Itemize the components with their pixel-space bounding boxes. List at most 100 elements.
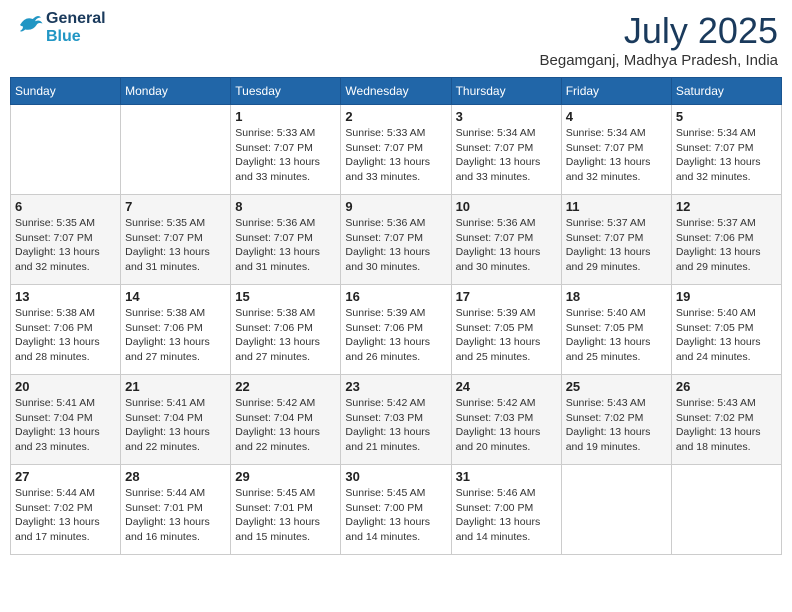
- day-info: Sunrise: 5:43 AM Sunset: 7:02 PM Dayligh…: [676, 396, 777, 455]
- calendar-week-4: 20Sunrise: 5:41 AM Sunset: 7:04 PM Dayli…: [11, 375, 782, 465]
- weekday-header-row: SundayMondayTuesdayWednesdayThursdayFrid…: [11, 78, 782, 105]
- day-number: 4: [566, 109, 667, 124]
- day-info: Sunrise: 5:34 AM Sunset: 7:07 PM Dayligh…: [676, 126, 777, 185]
- calendar-cell: 10 Sunrise: 5:36 AM Sunset: 7:07 PM Dayli…: [451, 195, 561, 285]
- calendar-cell: 14Sunrise: 5:38 AM Sunset: 7:06 PM Dayli…: [121, 285, 231, 375]
- calendar-table: SundayMondayTuesdayWednesdayThursdayFrid…: [10, 77, 782, 555]
- day-info: Sunrise: 5:45 AM Sunset: 7:01 PM Dayligh…: [235, 486, 336, 545]
- calendar-cell: 31Sunrise: 5:46 AM Sunset: 7:00 PM Dayli…: [451, 465, 561, 555]
- day-number: 29: [235, 469, 336, 484]
- calendar-cell: 12 Sunrise: 5:37 AM Sunset: 7:06 PM Dayli…: [671, 195, 781, 285]
- day-number: 18: [566, 289, 667, 304]
- day-info: Sunrise: 5:35 AM Sunset: 7:07 PM Dayligh…: [125, 216, 226, 275]
- day-number: 8: [235, 199, 336, 214]
- calendar-cell: 2Sunrise: 5:33 AM Sunset: 7:07 PM Daylig…: [341, 105, 451, 195]
- day-number: 26: [676, 379, 777, 394]
- day-info: Sunrise: 5:40 AM Sunset: 7:05 PM Dayligh…: [676, 306, 777, 365]
- day-number: 31: [456, 469, 557, 484]
- day-info: Sunrise: 5:40 AM Sunset: 7:05 PM Dayligh…: [566, 306, 667, 365]
- calendar-cell: 3 Sunrise: 5:34 AM Sunset: 7:07 PM Daylig…: [451, 105, 561, 195]
- calendar-cell: 27 Sunrise: 5:44 AM Sunset: 7:02 PM Dayli…: [11, 465, 121, 555]
- day-info: Sunrise: 5:44 AM Sunset: 7:01 PM Dayligh…: [125, 486, 226, 545]
- weekday-header-wednesday: Wednesday: [341, 78, 451, 105]
- location: Begamganj, Madhya Pradesh, India: [540, 52, 778, 69]
- day-info: Sunrise: 5:42 AM Sunset: 7:04 PM Dayligh…: [235, 396, 336, 455]
- day-number: 12: [676, 199, 777, 214]
- day-info: Sunrise: 5:42 AM Sunset: 7:03 PM Dayligh…: [456, 396, 557, 455]
- day-info: Sunrise: 5:36 AM Sunset: 7:07 PM Dayligh…: [345, 216, 446, 275]
- month-title: July 2025: [540, 10, 778, 52]
- calendar-cell: 28 Sunrise: 5:44 AM Sunset: 7:01 PM Dayli…: [121, 465, 231, 555]
- calendar-cell: 29 Sunrise: 5:45 AM Sunset: 7:01 PM Dayli…: [231, 465, 341, 555]
- day-number: 30: [345, 469, 446, 484]
- day-info: Sunrise: 5:33 AM Sunset: 7:07 PM Dayligh…: [345, 126, 446, 185]
- calendar-cell: 17 Sunrise: 5:39 AM Sunset: 7:05 PM Dayli…: [451, 285, 561, 375]
- calendar-cell: [671, 465, 781, 555]
- day-number: 9: [345, 199, 446, 214]
- day-number: 27: [15, 469, 116, 484]
- calendar-cell: 6Sunrise: 5:35 AM Sunset: 7:07 PM Daylig…: [11, 195, 121, 285]
- calendar-cell: 19 Sunrise: 5:40 AM Sunset: 7:05 PM Dayli…: [671, 285, 781, 375]
- weekday-header-saturday: Saturday: [671, 78, 781, 105]
- day-number: 16: [345, 289, 446, 304]
- day-number: 11: [566, 199, 667, 214]
- calendar-cell: 30 Sunrise: 5:45 AM Sunset: 7:00 PM Dayli…: [341, 465, 451, 555]
- weekday-header-thursday: Thursday: [451, 78, 561, 105]
- calendar-cell: 15Sunrise: 5:38 AM Sunset: 7:06 PM Dayli…: [231, 285, 341, 375]
- day-number: 25: [566, 379, 667, 394]
- day-number: 15: [235, 289, 336, 304]
- day-number: 14: [125, 289, 226, 304]
- day-number: 13: [15, 289, 116, 304]
- day-info: Sunrise: 5:34 AM Sunset: 7:07 PM Dayligh…: [456, 126, 557, 185]
- day-number: 1: [235, 109, 336, 124]
- day-info: Sunrise: 5:45 AM Sunset: 7:00 PM Dayligh…: [345, 486, 446, 545]
- calendar-cell: 9 Sunrise: 5:36 AM Sunset: 7:07 PM Daylig…: [341, 195, 451, 285]
- day-info: Sunrise: 5:42 AM Sunset: 7:03 PM Dayligh…: [345, 396, 446, 455]
- day-info: Sunrise: 5:38 AM Sunset: 7:06 PM Dayligh…: [15, 306, 116, 365]
- day-info: Sunrise: 5:41 AM Sunset: 7:04 PM Dayligh…: [15, 396, 116, 455]
- day-number: 5: [676, 109, 777, 124]
- calendar-cell: 11Sunrise: 5:37 AM Sunset: 7:07 PM Dayli…: [561, 195, 671, 285]
- day-number: 28: [125, 469, 226, 484]
- calendar-week-2: 6Sunrise: 5:35 AM Sunset: 7:07 PM Daylig…: [11, 195, 782, 285]
- calendar-cell: 8Sunrise: 5:36 AM Sunset: 7:07 PM Daylig…: [231, 195, 341, 285]
- logo-general: General: [46, 11, 106, 27]
- logo: General Blue: [14, 10, 106, 45]
- day-number: 19: [676, 289, 777, 304]
- calendar-cell: 23Sunrise: 5:42 AM Sunset: 7:03 PM Dayli…: [341, 375, 451, 465]
- calendar-week-1: 1 Sunrise: 5:33 AM Sunset: 7:07 PM Daylig…: [11, 105, 782, 195]
- calendar-cell: 24 Sunrise: 5:42 AM Sunset: 7:03 PM Dayli…: [451, 375, 561, 465]
- day-number: 24: [456, 379, 557, 394]
- title-section: July 2025 Begamganj, Madhya Pradesh, Ind…: [540, 10, 778, 69]
- calendar-week-5: 27 Sunrise: 5:44 AM Sunset: 7:02 PM Dayli…: [11, 465, 782, 555]
- day-number: 17: [456, 289, 557, 304]
- logo-blue: Blue: [46, 29, 106, 45]
- day-info: Sunrise: 5:44 AM Sunset: 7:02 PM Dayligh…: [15, 486, 116, 545]
- calendar-cell: 26 Sunrise: 5:43 AM Sunset: 7:02 PM Dayli…: [671, 375, 781, 465]
- calendar-cell: [121, 105, 231, 195]
- calendar-week-3: 13 Sunrise: 5:38 AM Sunset: 7:06 PM Dayli…: [11, 285, 782, 375]
- calendar-cell: 22Sunrise: 5:42 AM Sunset: 7:04 PM Dayli…: [231, 375, 341, 465]
- day-info: Sunrise: 5:34 AM Sunset: 7:07 PM Dayligh…: [566, 126, 667, 185]
- weekday-header-friday: Friday: [561, 78, 671, 105]
- day-info: Sunrise: 5:43 AM Sunset: 7:02 PM Dayligh…: [566, 396, 667, 455]
- day-info: Sunrise: 5:39 AM Sunset: 7:06 PM Dayligh…: [345, 306, 446, 365]
- calendar-cell: 18 Sunrise: 5:40 AM Sunset: 7:05 PM Dayli…: [561, 285, 671, 375]
- calendar-cell: 1Sunrise: 5:33 AM Sunset: 7:07 PM Daylig…: [231, 105, 341, 195]
- day-info: Sunrise: 5:37 AM Sunset: 7:06 PM Dayligh…: [676, 216, 777, 275]
- calendar-cell: 21Sunrise: 5:41 AM Sunset: 7:04 PM Dayli…: [121, 375, 231, 465]
- calendar-cell: [561, 465, 671, 555]
- day-info: Sunrise: 5:39 AM Sunset: 7:05 PM Dayligh…: [456, 306, 557, 365]
- day-info: Sunrise: 5:36 AM Sunset: 7:07 PM Dayligh…: [456, 216, 557, 275]
- calendar-cell: 20Sunrise: 5:41 AM Sunset: 7:04 PM Dayli…: [11, 375, 121, 465]
- day-number: 10: [456, 199, 557, 214]
- day-info: Sunrise: 5:35 AM Sunset: 7:07 PM Dayligh…: [15, 216, 116, 275]
- calendar-cell: 13 Sunrise: 5:38 AM Sunset: 7:06 PM Dayli…: [11, 285, 121, 375]
- weekday-header-tuesday: Tuesday: [231, 78, 341, 105]
- calendar-cell: [11, 105, 121, 195]
- weekday-header-sunday: Sunday: [11, 78, 121, 105]
- day-number: 21: [125, 379, 226, 394]
- calendar-cell: 16 Sunrise: 5:39 AM Sunset: 7:06 PM Dayli…: [341, 285, 451, 375]
- logo-icon: [14, 10, 44, 45]
- day-number: 3: [456, 109, 557, 124]
